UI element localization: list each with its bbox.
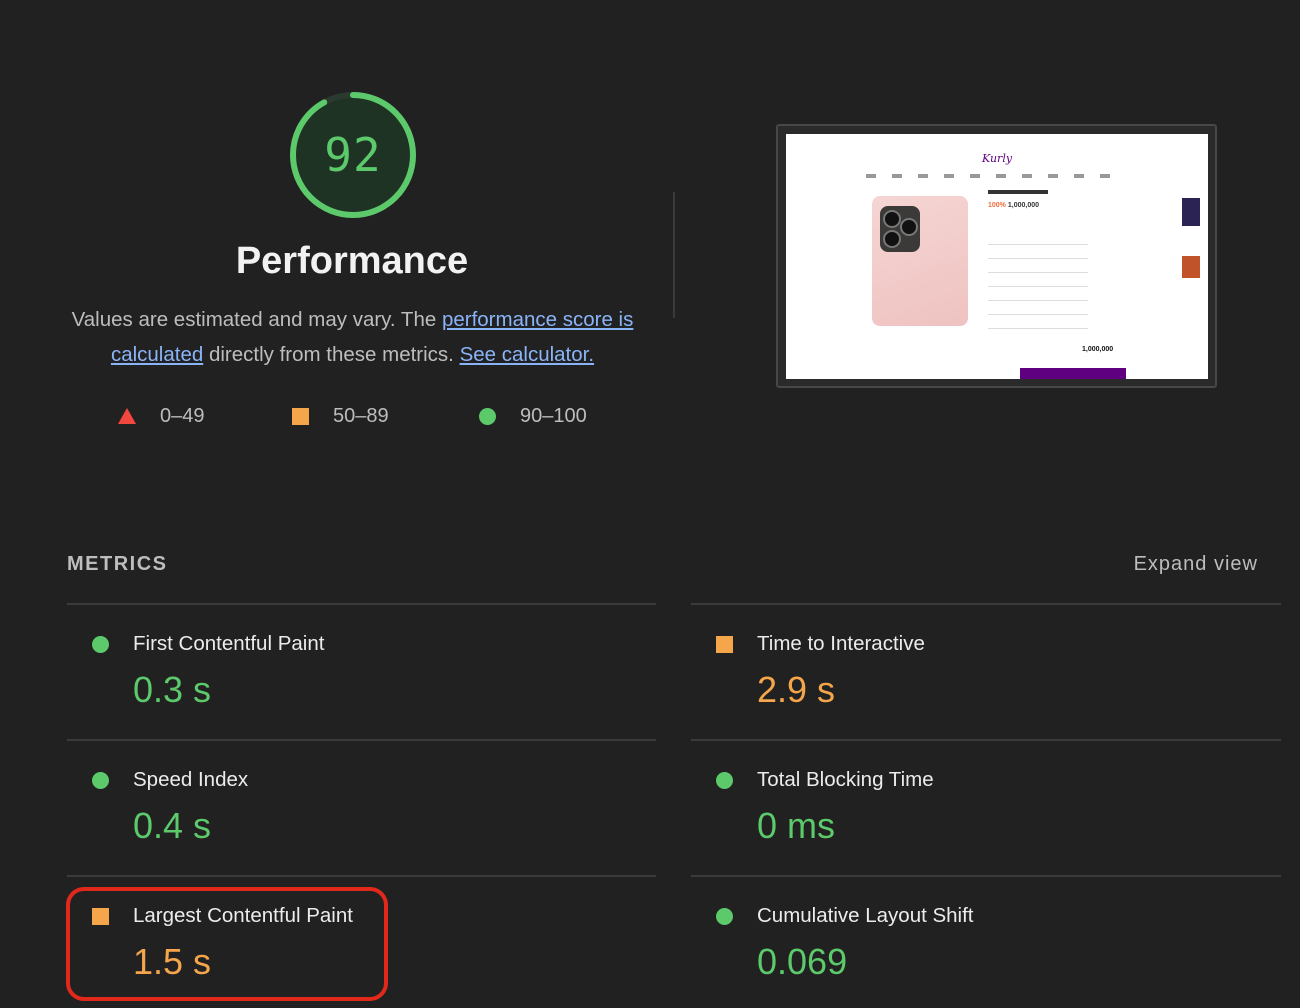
metric-time-to-interactive[interactable]: Time to Interactive 2.9 s (691, 605, 1251, 735)
metrics-header: METRICS (67, 553, 168, 575)
metric-label: Time to Interactive (757, 632, 925, 655)
circle-pass-icon (92, 636, 109, 653)
score-scale-legend: 0–49 50–89 90–100 (0, 402, 700, 432)
metric-value: 0.3 s (133, 669, 212, 710)
legend-item-fail: 0–49 (118, 402, 205, 430)
vertical-divider (673, 192, 675, 318)
metric-first-contentful-paint[interactable]: First Contentful Paint 0.3 s (67, 605, 627, 735)
square-average-icon (716, 636, 733, 653)
legend-range-fail: 0–49 (160, 404, 205, 427)
product-options (988, 244, 1088, 334)
camera-module (880, 206, 920, 252)
square-average-icon (292, 407, 309, 425)
kurly-logo: Kurly (982, 152, 1013, 165)
metric-label: First Contentful Paint (133, 632, 325, 655)
page-screenshot: Kurly 100% 1,000,000 1,000,000 (786, 134, 1208, 379)
legend-range-average: 50–89 (333, 404, 389, 427)
performance-score: 92 (324, 128, 382, 182)
performance-score-gauge[interactable]: 92 (287, 89, 419, 221)
metric-value: 0.4 s (133, 805, 212, 846)
circle-pass-icon (716, 772, 733, 789)
circle-pass-icon (716, 908, 733, 925)
product-price: 100% 1,000,000 (988, 202, 1040, 209)
lighthouse-report: 92 Performance Values are estimated and … (0, 0, 1300, 1008)
side-banner (1182, 198, 1202, 318)
metric-value: 2.9 s (757, 669, 836, 710)
description-text-2: directly from these metrics. (203, 343, 460, 366)
metric-label: Total Blocking Time (757, 768, 934, 791)
buy-button (1020, 368, 1126, 379)
legend-range-pass: 90–100 (520, 404, 587, 427)
description-text-1: Values are estimated and may vary. The (71, 308, 442, 331)
product-title (988, 190, 1048, 194)
metric-value: 0.069 (757, 941, 848, 982)
product-image (872, 196, 968, 326)
gauge-label: Performance (235, 240, 469, 282)
legend-item-pass: 90–100 (479, 402, 587, 430)
total-price: 1,000,000 (1082, 346, 1114, 353)
expand-view-toggle[interactable]: Expand view (1134, 553, 1258, 576)
score-description: Values are estimated and may vary. The p… (60, 302, 645, 372)
final-screenshot[interactable]: Kurly 100% 1,000,000 1,000,000 (776, 124, 1217, 388)
circle-pass-icon (92, 772, 109, 789)
triangle-fail-icon (118, 408, 136, 424)
metric-value: 0 ms (757, 805, 836, 846)
metric-speed-index[interactable]: Speed Index 0.4 s (67, 741, 627, 871)
metric-label: Speed Index (133, 768, 249, 791)
metric-label: Cumulative Layout Shift (757, 904, 974, 927)
screenshot-nav (866, 174, 1126, 178)
highlight-annotation (66, 887, 388, 1001)
metric-cumulative-layout-shift[interactable]: Cumulative Layout Shift 0.069 (691, 877, 1251, 1007)
see-calculator-link[interactable]: See calculator. (460, 343, 594, 366)
legend-item-average: 50–89 (292, 402, 389, 430)
circle-pass-icon (479, 407, 496, 425)
metric-total-blocking-time[interactable]: Total Blocking Time 0 ms (691, 741, 1251, 871)
